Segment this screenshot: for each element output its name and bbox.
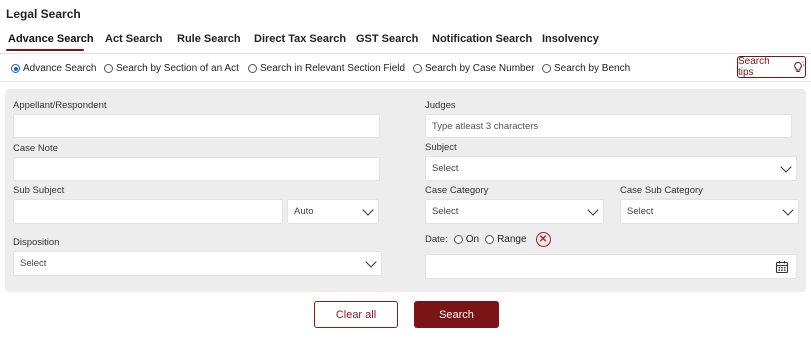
disposition-label: Disposition bbox=[13, 237, 60, 248]
lightbulb-icon bbox=[794, 61, 805, 72]
radio-button[interactable] bbox=[453, 235, 463, 244]
search-tips-button[interactable]: Search tips bbox=[737, 56, 806, 78]
chevron-down-icon bbox=[365, 255, 377, 268]
tab-direct-tax-search[interactable]: Direct Tax Search bbox=[254, 33, 346, 45]
appellant-label: Appellant/Respondent bbox=[13, 100, 107, 111]
tab-gst-search[interactable]: GST Search bbox=[356, 33, 418, 45]
radio-button[interactable] bbox=[542, 64, 551, 73]
chevron-down-icon bbox=[587, 203, 599, 216]
radio-button[interactable] bbox=[248, 64, 257, 73]
radio-relevant-section-field[interactable]: Search in Relevant Section Field bbox=[248, 63, 405, 74]
date-filter-row: Date: On Range ✕ bbox=[425, 232, 551, 247]
select-value: Select bbox=[20, 258, 47, 269]
subject-select[interactable]: Select bbox=[425, 156, 797, 181]
radio-bench[interactable]: Search by Bench bbox=[542, 63, 630, 74]
subject-label: Subject bbox=[425, 142, 457, 153]
date-label: Date: bbox=[425, 234, 448, 245]
select-value: Select bbox=[432, 206, 459, 217]
select-value: Select bbox=[627, 206, 654, 217]
sub-subject-input[interactable] bbox=[13, 199, 283, 224]
judges-label: Judges bbox=[425, 100, 456, 111]
date-input[interactable] bbox=[425, 254, 797, 279]
tab-insolvency[interactable]: Insolvency bbox=[542, 33, 599, 45]
chevron-down-icon bbox=[780, 160, 792, 173]
tab-act-search[interactable]: Act Search bbox=[105, 33, 162, 45]
search-button[interactable]: Search bbox=[414, 301, 499, 328]
clear-all-button[interactable]: Clear all bbox=[314, 301, 398, 328]
radio-label: Search by Section of an Act bbox=[116, 63, 239, 74]
chevron-down-icon bbox=[362, 203, 374, 216]
search-mode-options: Advance Search Search by Section of an A… bbox=[0, 54, 811, 82]
radio-case-number[interactable]: Search by Case Number bbox=[413, 63, 535, 74]
sub-subject-label: Sub Subject bbox=[13, 185, 65, 196]
radio-label: Search by Case Number bbox=[425, 63, 535, 74]
judges-input[interactable]: Type atleast 3 characters bbox=[425, 114, 792, 138]
case-category-select[interactable]: Select bbox=[425, 199, 604, 224]
radio-date-range[interactable]: Range bbox=[485, 234, 527, 245]
clear-date-icon[interactable]: ✕ bbox=[535, 232, 551, 247]
radio-button[interactable] bbox=[11, 64, 20, 73]
tab-notification-search[interactable]: Notification Search bbox=[432, 33, 532, 45]
radio-button[interactable] bbox=[104, 64, 113, 73]
radio-label: Range bbox=[497, 234, 527, 245]
case-category-label: Case Category bbox=[425, 185, 489, 196]
radio-button[interactable] bbox=[413, 64, 422, 73]
radio-label: On bbox=[465, 234, 480, 245]
search-tabs: Advance Search Act Search Rule Search Di… bbox=[0, 26, 811, 54]
case-sub-category-label: Case Sub Category bbox=[620, 185, 703, 196]
radio-section-of-act[interactable]: Search by Section of an Act bbox=[104, 63, 239, 74]
radio-label: Advance Search bbox=[23, 63, 97, 74]
radio-button[interactable] bbox=[485, 235, 495, 244]
radio-advance-search[interactable]: Advance Search bbox=[11, 63, 96, 74]
sub-subject-mode-select[interactable]: Auto bbox=[287, 199, 379, 224]
disposition-select[interactable]: Select bbox=[13, 251, 382, 276]
case-note-label: Case Note bbox=[13, 143, 58, 154]
radio-date-on[interactable]: On bbox=[453, 234, 480, 245]
chevron-down-icon bbox=[782, 203, 794, 216]
case-sub-category-select[interactable]: Select bbox=[620, 199, 799, 224]
tab-advance-search[interactable]: Advance Search bbox=[8, 33, 94, 45]
calendar-icon[interactable] bbox=[775, 260, 789, 274]
page-title: Legal Search bbox=[6, 7, 81, 21]
radio-label: Search by Bench bbox=[554, 63, 631, 74]
case-note-input[interactable] bbox=[13, 157, 380, 181]
tab-rule-search[interactable]: Rule Search bbox=[177, 33, 241, 45]
appellant-input[interactable] bbox=[13, 114, 380, 138]
search-tips-label: Search tips bbox=[738, 56, 770, 78]
active-tab-indicator bbox=[6, 49, 84, 51]
select-value: Select bbox=[432, 163, 459, 174]
select-value: Auto bbox=[294, 206, 314, 217]
radio-label: Search in Relevant Section Field bbox=[260, 63, 406, 74]
